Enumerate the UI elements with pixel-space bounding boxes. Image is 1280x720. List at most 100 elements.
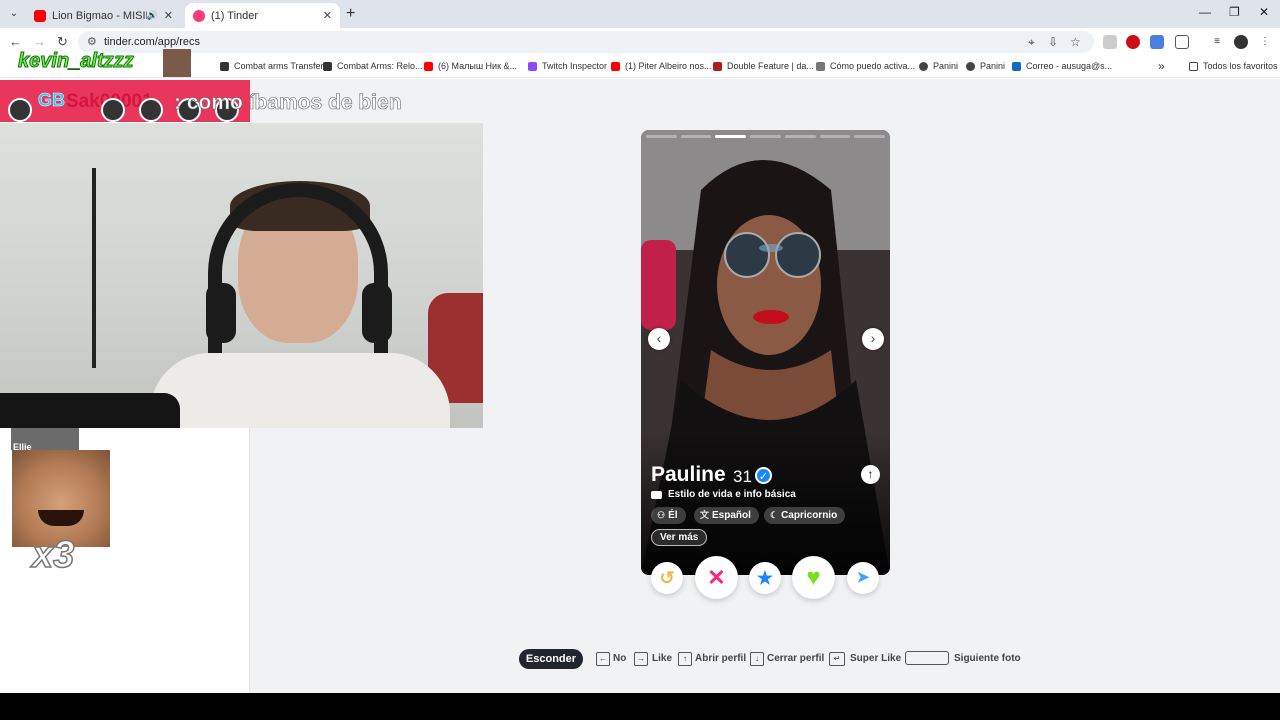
shortcut-label: Siguiente foto — [954, 653, 1021, 664]
reload-icon[interactable]: ↻ — [57, 34, 68, 50]
site-info-icon[interactable]: ⚙ — [87, 35, 97, 48]
location-icon[interactable]: ⌖ — [1028, 35, 1035, 50]
see-more-button[interactable]: Ver más — [651, 529, 708, 546]
bookmark-label: (6) Малыш Ник &... — [438, 61, 518, 71]
forward-icon[interactable]: → — [33, 34, 46, 49]
language-icon: 文 — [700, 510, 710, 520]
bookmark-item[interactable]: Cómo puedo activa... — [816, 61, 915, 71]
bookmark-item[interactable]: Panini — [919, 61, 958, 71]
nope-button[interactable]: ✕ — [695, 556, 738, 599]
bookmark-star-icon[interactable]: ☆ — [1070, 35, 1081, 49]
hide-shortcuts-button[interactable]: Esconder — [519, 649, 583, 669]
close-window-icon[interactable]: ✕ — [1259, 5, 1269, 19]
twitch-favicon-icon — [528, 61, 537, 71]
tripod-shape — [92, 168, 96, 368]
headphone-cup-shape — [206, 283, 236, 343]
tinder-favicon-icon — [193, 9, 205, 22]
menu-kebab-icon[interactable]: ⋮ — [1258, 35, 1272, 49]
all-bookmarks-folder[interactable]: Todos los favoritos — [1189, 61, 1278, 71]
translate-extension-icon[interactable] — [1150, 35, 1164, 49]
chip-label: Español — [712, 510, 751, 521]
photo-progress-segment — [750, 135, 781, 138]
super-like-button[interactable]: ★ — [749, 562, 781, 594]
bookmark-label: Combat arms Transfer — [234, 61, 324, 71]
cast-extension-icon[interactable] — [1103, 35, 1117, 49]
bookmark-label: Twitch Inspector — [542, 61, 608, 71]
extensions-puzzle-icon[interactable] — [1175, 35, 1189, 49]
audio-playing-icon[interactable]: 🔊 — [147, 10, 158, 21]
shortcut-label: Cerrar perfil — [767, 653, 825, 664]
lifestyle-section: Estilo de vida e info básica — [651, 489, 796, 500]
minimize-icon[interactable]: — — [1199, 5, 1211, 19]
lifestyle-title: Estilo de vida e info básica — [668, 489, 796, 500]
bookmarks-overflow-button[interactable]: » — [1158, 59, 1165, 73]
folder-icon — [1189, 61, 1198, 71]
rewind-button[interactable]: ↺ — [651, 562, 683, 594]
navigation-bar: ← → ↻ ⚙ tinder.com/app/recs ⌖ ⇩ ☆ ≡ ⋮ — [0, 28, 1280, 56]
close-tab-icon[interactable]: ✕ — [164, 9, 173, 22]
bookmark-label: Todos los favoritos — [1203, 61, 1278, 71]
install-app-icon[interactable]: ⇩ — [1048, 35, 1058, 49]
tab-title: Lion Bigmao - MISIL - YouTub — [52, 9, 147, 22]
meme-multiplier: x3 — [31, 533, 75, 577]
bookmark-item[interactable]: (1) Piter Albeiro nos... — [611, 61, 712, 71]
photo-progress-segment — [715, 135, 747, 138]
chat-message: : como íbamos de bien — [174, 91, 402, 115]
back-icon[interactable]: ← — [9, 34, 22, 49]
close-tab-icon[interactable]: ✕ — [323, 9, 332, 22]
left-arrow-key-icon: ← — [596, 652, 610, 666]
previous-photo-button[interactable]: ‹ — [648, 328, 670, 350]
photo-progress-segment — [646, 135, 677, 138]
tab-title: (1) Tinder — [211, 9, 259, 22]
up-arrow-key-icon: ↑ — [678, 652, 692, 666]
bookmarks-bar: Combat arms Transfer Combat Arms: Relo..… — [0, 56, 1280, 78]
chat-badge: GB — [38, 90, 66, 111]
streamer-shirt-shape — [150, 353, 450, 428]
reading-list-icon[interactable]: ≡ — [1210, 35, 1224, 49]
down-arrow-key-icon: ↓ — [750, 652, 764, 666]
bookmark-label: Combat Arms: Relo... — [337, 61, 423, 71]
opera-extension-icon[interactable] — [1126, 35, 1140, 49]
url-text[interactable]: tinder.com/app/recs — [104, 36, 200, 48]
bookmark-item[interactable]: Combat Arms: Relo... — [323, 61, 423, 71]
photo-progress-segment — [784, 135, 816, 138]
outlook-favicon-icon — [1012, 61, 1021, 71]
laughing-meme-image — [12, 450, 110, 547]
profile-card[interactable]: ‹ › Pauline 31 ✓ ↑ Estilo de vida e info… — [641, 130, 890, 575]
tab-youtube[interactable]: Lion Bigmao - MISIL - YouTub 🔊 ✕ — [26, 3, 181, 28]
open-profile-arrow-icon[interactable]: ↑ — [861, 465, 880, 484]
address-bar[interactable]: ⚙ tinder.com/app/recs ⌖ ⇩ ☆ — [78, 31, 1094, 53]
right-arrow-key-icon: → — [634, 652, 648, 666]
bookmark-label: Correo - ausuga@s... — [1026, 61, 1113, 71]
next-photo-button[interactable]: › — [862, 328, 884, 350]
headphone-cup-shape — [362, 283, 392, 343]
chip-label: Capricornio — [781, 510, 838, 521]
bookmark-item[interactable]: Combat arms Transfer — [220, 61, 324, 71]
photo-progress — [646, 135, 886, 138]
verified-badge-icon: ✓ — [755, 467, 772, 484]
chat-badge-icon — [139, 98, 163, 122]
new-tab-button[interactable]: + — [346, 5, 355, 23]
tab-search-chevron-icon[interactable]: ⌄ — [6, 6, 22, 22]
boost-button[interactable]: ➤ — [847, 562, 879, 594]
bookmark-item[interactable]: Panini — [966, 61, 1005, 71]
youtube-favicon-icon — [611, 61, 620, 71]
bookmark-item[interactable]: (6) Малыш Ник &... — [424, 61, 517, 71]
browser-window: ⌄ Lion Bigmao - MISIL - YouTub 🔊 ✕ (1) T… — [0, 0, 1280, 693]
tab-tinder[interactable]: (1) Tinder ✕ — [185, 3, 340, 28]
bookmark-item[interactable]: Correo - ausuga@s... — [1012, 61, 1112, 71]
bookmark-label: Double Feature | da... — [727, 61, 814, 71]
bookmark-item[interactable]: Double Feature | da... — [713, 61, 814, 71]
bookmark-item[interactable]: Twitch Inspector — [528, 61, 607, 71]
restore-icon[interactable]: ❐ — [1229, 5, 1240, 19]
shortcut-label: No — [613, 653, 627, 664]
person-icon: ⚇ — [657, 510, 666, 520]
photo-progress-segment — [854, 135, 886, 138]
like-button[interactable]: ♥ — [792, 556, 835, 599]
chat-avatar — [8, 98, 32, 122]
tab-strip: ⌄ Lion Bigmao - MISIL - YouTub 🔊 ✕ (1) T… — [0, 0, 1280, 28]
globe-icon — [919, 61, 928, 71]
profile-avatar[interactable] — [1234, 35, 1248, 49]
bookmark-label: (1) Piter Albeiro nos... — [625, 61, 712, 71]
chip-language: 文 Español — [694, 507, 759, 524]
